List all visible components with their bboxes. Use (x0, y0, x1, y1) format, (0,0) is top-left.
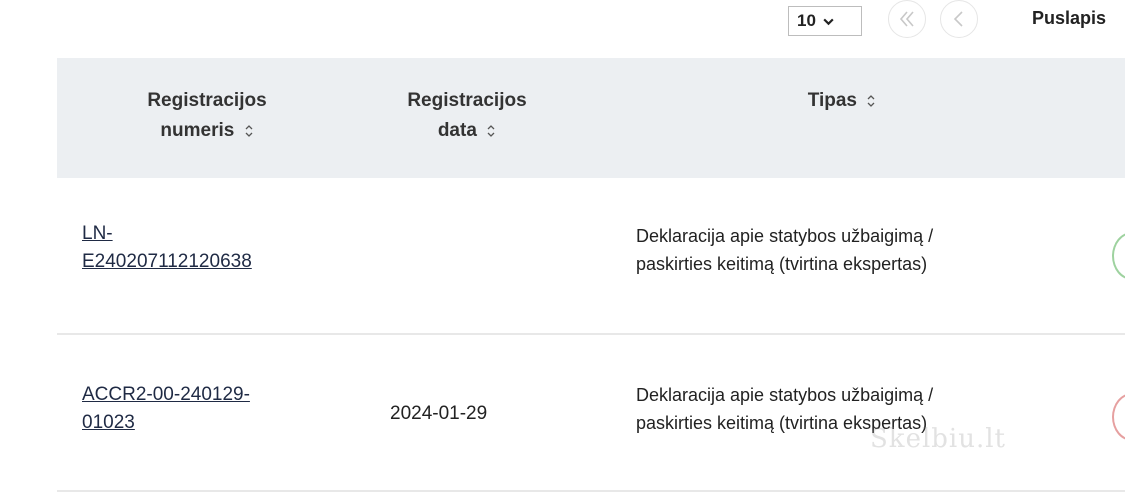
sort-icon (867, 95, 875, 107)
pagination-bar: 10 Puslapis (0, 0, 1125, 58)
prev-page-button[interactable] (940, 0, 978, 38)
registration-number-line: 01023 (82, 412, 135, 433)
registration-number-link[interactable]: LN- E240207112120638 (82, 220, 342, 276)
column-header-label: data (437, 120, 477, 141)
watermark: Skelbiu.lt (870, 424, 1007, 454)
column-header-label: Registracijos (147, 90, 267, 111)
registration-number-link[interactable]: ACCR2-00-240129- 01023 (82, 381, 342, 437)
double-chevron-left-icon (899, 11, 914, 27)
registration-type-line: paskirties keitimą (tvirtina ekspertas) (636, 254, 928, 274)
registration-number-line: LN- (82, 223, 113, 244)
first-page-button[interactable] (888, 0, 926, 38)
page-size-select[interactable]: 10 (788, 6, 862, 36)
status-badge (1112, 393, 1125, 441)
registration-number-line: ACCR2-00-240129- (82, 384, 250, 405)
registration-type: Deklaracija apie statybos užbaigimą / pa… (636, 222, 1066, 278)
registration-number-line: E240207112120638 (82, 251, 252, 272)
sort-icon (487, 125, 495, 137)
registration-type-line: Deklaracija apie statybos užbaigimą / (636, 385, 934, 405)
column-header-type[interactable]: Tipas (767, 86, 917, 116)
sort-icon (245, 125, 253, 137)
column-header-reg-number[interactable]: Registracijos numeris (112, 86, 302, 146)
chevron-down-icon (823, 18, 834, 25)
column-header-label: numeris (160, 120, 235, 141)
page-label: Puslapis (1032, 8, 1107, 28)
page-size-value: 10 (797, 11, 816, 30)
column-header-label: Registracijos (407, 90, 527, 111)
chevron-left-icon (953, 11, 963, 27)
table-row: ACCR2-00-240129- 01023 2024-01-29 Deklar… (57, 335, 1125, 492)
table-header: Registracijos numeris Registracijos data… (57, 58, 1125, 178)
column-header-label: Tipas (807, 90, 857, 111)
table-row: LN- E240207112120638 Deklaracija apie st… (57, 178, 1125, 335)
registration-type-line: Deklaracija apie statybos užbaigimą / (636, 226, 934, 246)
registration-date: 2024-01-29 (390, 403, 488, 424)
status-badge (1112, 232, 1125, 280)
column-header-reg-date[interactable]: Registracijos data (392, 86, 542, 146)
